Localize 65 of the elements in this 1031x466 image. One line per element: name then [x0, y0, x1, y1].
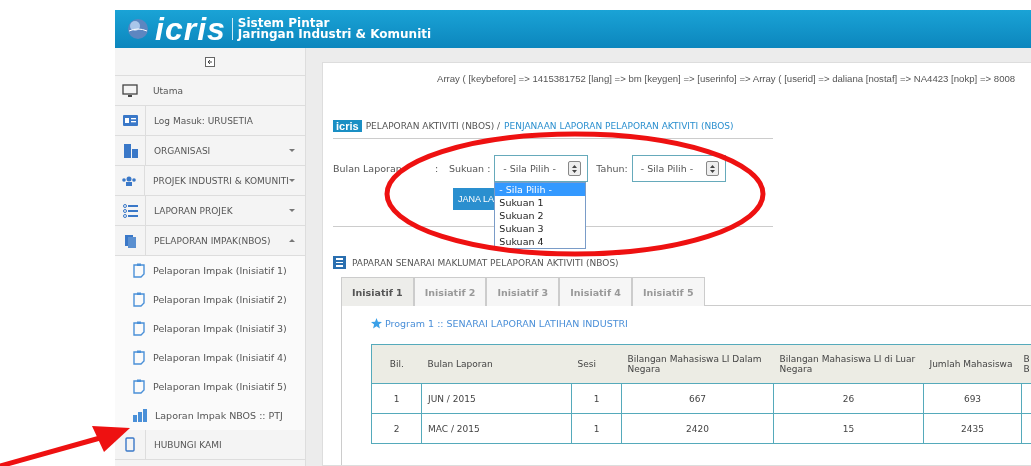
- debug-output: Array ( [keybefore] => 1415381752 [lang] => bm [keygen] => [userinfo] => Array ( [userid] => daliana [nostaf] => NA4423 [nokp] => 8008: [436, 73, 1017, 84]
- table-cell: 26: [773, 383, 924, 414]
- table-cell: 1: [571, 413, 622, 444]
- phone-icon: [125, 437, 135, 452]
- field-label: Bulan Laporan: [333, 163, 403, 174]
- app-title: Sistem Pintar: [237, 18, 330, 29]
- table-cell: 2420: [621, 413, 774, 444]
- document-icon: [133, 379, 145, 394]
- spinner-icon: [568, 161, 582, 176]
- column-header: Bil.: [371, 344, 422, 384]
- document-icon: [133, 263, 145, 278]
- star-icon: [371, 318, 382, 329]
- spinner-icon: [705, 161, 719, 176]
- column-header: Sesi: [571, 344, 622, 384]
- list-icon: [122, 203, 138, 218]
- table-cell: 15: [773, 413, 924, 444]
- program-title: Program 1 :: SENARAI LAPORAN LATIHAN INDUSTRI: [385, 318, 628, 329]
- sidebar-item[interactable]: Log Masuk: URUSETIA: [115, 106, 305, 136]
- table-cell: 2: [371, 413, 422, 444]
- column-header: B B: [1021, 344, 1031, 384]
- tahun-label: Tahun:: [596, 163, 628, 174]
- table-cell: 2435: [923, 413, 1022, 444]
- logo-badge: icris: [333, 120, 362, 132]
- table-cell: JUN / 2015: [421, 383, 572, 414]
- sidebar-subitem[interactable]: Pelaporan Impak (Inisiatif 1): [115, 256, 305, 285]
- document-icon: [133, 321, 145, 336]
- collapse-icon[interactable]: [205, 56, 215, 67]
- table-cell: 667: [621, 383, 774, 414]
- sidebar-item[interactable]: HUBUNGI KAMI: [115, 430, 305, 460]
- sidebar-item[interactable]: PROJEK INDUSTRI & KOMUNITI: [115, 166, 305, 196]
- sidebar-item[interactable]: PELAPORAN IMPAK(NBOS): [115, 226, 305, 256]
- breadcrumb-link[interactable]: PENJANAAN LAPORAN PELAPORAN AKTIVITI (NBOS): [504, 121, 734, 131]
- table-cell: 1: [571, 383, 622, 414]
- sidebar-subitem[interactable]: Laporan Impak NBOS :: PTJ: [115, 401, 305, 430]
- tab[interactable]: Inisiatif 1: [341, 277, 414, 306]
- sukuan-label: Sukuan :: [449, 163, 491, 174]
- table-cell: 1: [371, 383, 422, 414]
- id-card-icon: [122, 115, 138, 126]
- table-cell: 693: [923, 383, 1022, 414]
- document-icon: [133, 292, 145, 307]
- breadcrumb-section: PELAPORAN AKTIVITI (NBOS) /: [365, 121, 501, 131]
- monitor-icon: [122, 83, 138, 98]
- people-icon: [121, 175, 138, 186]
- column-header: Bilangan Mahasiswa LI di Luar Negara: [773, 344, 924, 384]
- menu-icon: [333, 256, 346, 269]
- bar-chart-icon: [133, 409, 147, 422]
- table-cell: MAC / 2015: [421, 413, 572, 444]
- globe-icon: [127, 18, 149, 40]
- clipboard-icon: [123, 233, 137, 248]
- column-header: Bulan Laporan: [421, 344, 572, 384]
- tahun-select[interactable]: - Sila Pilih -: [631, 155, 726, 182]
- app-subtitle: Jaringan Industri & Komuniti: [237, 29, 432, 40]
- sidebar-subitem[interactable]: Pelaporan Impak (Inisiatif 4): [115, 343, 305, 372]
- sidebar-subitem[interactable]: Pelaporan Impak (Inisiatif 5): [115, 372, 305, 401]
- sidebar-item[interactable]: LAPORAN PROJEK: [115, 196, 305, 226]
- building-icon: [122, 143, 138, 158]
- sidebar-subitem[interactable]: Pelaporan Impak (Inisiatif 2): [115, 285, 305, 314]
- column-header: Bilangan Mahasiswa LI Dalam Negara: [621, 344, 774, 384]
- sidebar-item[interactable]: ORGANISASI: [115, 136, 305, 166]
- sidebar-subitem[interactable]: Pelaporan Impak (Inisiatif 3): [115, 314, 305, 343]
- colon-text: :: [435, 163, 440, 174]
- column-header: Jumlah Mahasiswa: [923, 344, 1022, 384]
- logo-text: icris: [155, 10, 226, 48]
- section-title: PAPARAN SENARAI MAKLUMAT PELAPORAN AKTIVITI (NBOS): [352, 257, 619, 268]
- document-icon: [133, 350, 145, 365]
